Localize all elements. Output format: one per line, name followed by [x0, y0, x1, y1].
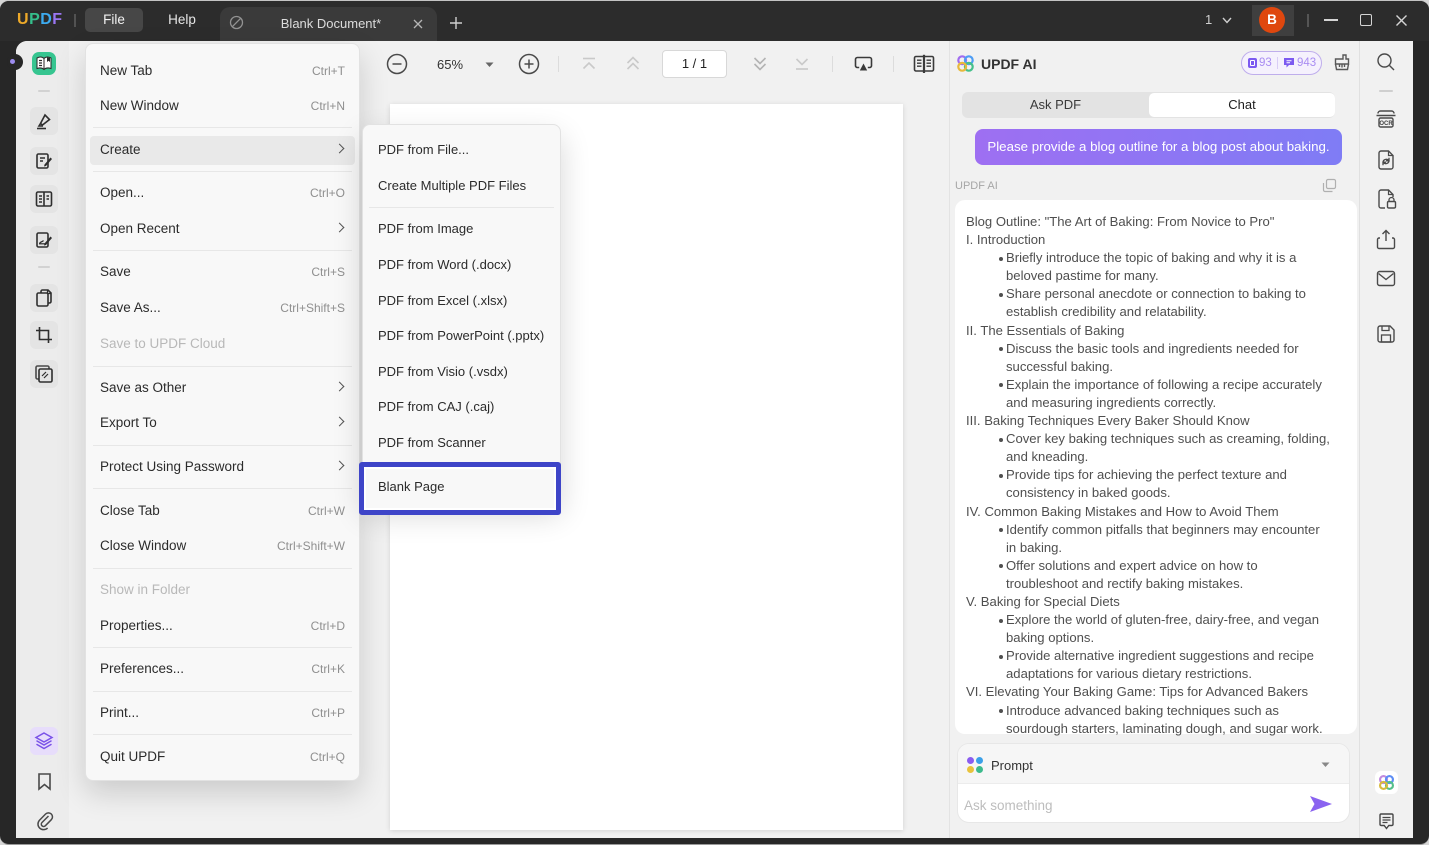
svg-text:OCR: OCR — [1379, 121, 1393, 127]
